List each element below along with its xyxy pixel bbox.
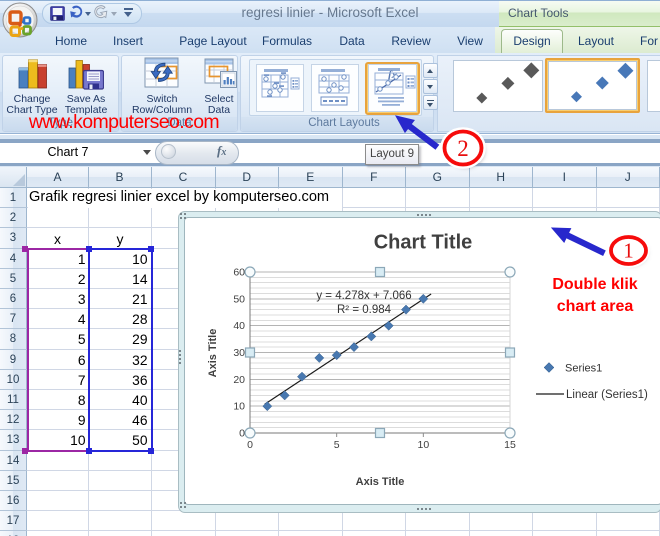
svg-text:60: 60 (233, 267, 245, 279)
svg-text:10: 10 (417, 439, 429, 451)
svg-text:30: 30 (233, 347, 245, 359)
svg-text:R² = 0.984: R² = 0.984 (337, 304, 392, 316)
svg-text:40: 40 (233, 320, 245, 332)
svg-text:50: 50 (233, 293, 245, 305)
svg-text:15: 15 (504, 439, 516, 451)
svg-text:20: 20 (233, 374, 245, 386)
svg-text:Axis Title: Axis Title (356, 476, 405, 488)
svg-text:Series1: Series1 (565, 363, 602, 375)
svg-text:5: 5 (334, 439, 340, 451)
svg-text:10: 10 (233, 401, 245, 413)
svg-text:Chart Title: Chart Title (374, 232, 473, 254)
svg-text:Linear (Series1): Linear (Series1) (566, 389, 648, 401)
svg-text:y = 4.278x + 7.066: y = 4.278x + 7.066 (316, 290, 411, 302)
svg-text:0: 0 (247, 439, 253, 451)
svg-text:0: 0 (239, 428, 245, 440)
svg-text:Axis Title: Axis Title (207, 329, 219, 378)
